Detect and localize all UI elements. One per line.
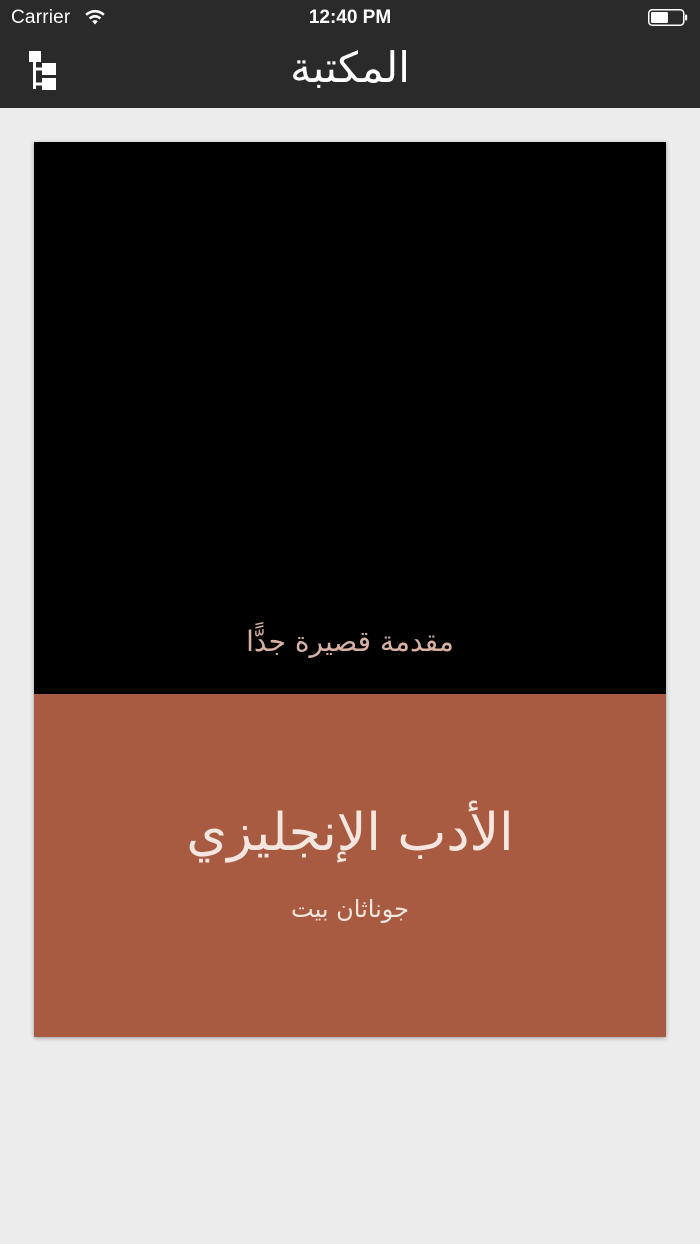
cover-bottom-panel: الأدب الإنجليزي جوناثان بيت — [34, 694, 666, 1037]
app-screen: Carrier 12:40 PM المكتبة مقدمة قصيرة جدً… — [0, 0, 700, 1244]
book-series-label: مقدمة قصيرة جدًّا — [246, 625, 454, 658]
status-bar: Carrier 12:40 PM — [0, 0, 700, 36]
book-author: جوناثان بيت — [291, 895, 409, 923]
page-title: المكتبة — [290, 43, 410, 92]
status-time: 12:40 PM — [308, 7, 392, 28]
book-cover-card[interactable]: مقدمة قصيرة جدًّا الأدب الإنجليزي جوناثا… — [34, 142, 666, 1037]
top-bar: Carrier 12:40 PM المكتبة — [0, 0, 700, 108]
cover-top-panel: مقدمة قصيرة جدًّا — [34, 142, 666, 694]
battery-icon — [648, 9, 688, 26]
book-title: الأدب الإنجليزي — [186, 803, 514, 863]
navigation-bar: المكتبة — [0, 36, 700, 108]
